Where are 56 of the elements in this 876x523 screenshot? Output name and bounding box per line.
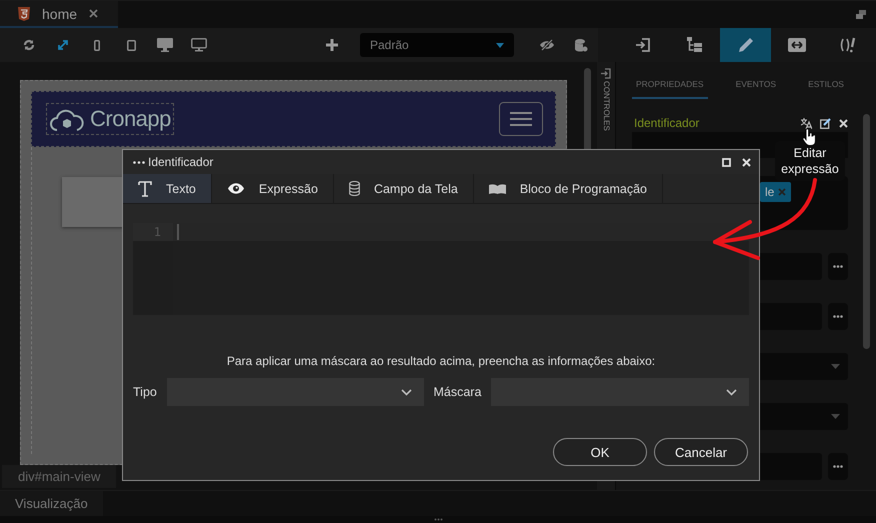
caret-icon <box>831 414 840 419</box>
panel-tab[interactable]: ESTILOS <box>804 71 848 99</box>
grip-icon <box>434 516 442 523</box>
layout-select[interactable]: Padrão <box>360 33 514 57</box>
close-icon[interactable] <box>839 118 848 128</box>
dialog-title: Identificador <box>148 155 214 169</box>
remove-icon <box>778 188 786 196</box>
html5-icon <box>18 6 30 20</box>
hand-cursor-icon <box>802 128 816 146</box>
pencil-button[interactable] <box>720 28 771 62</box>
bracket-icon <box>840 37 856 53</box>
bottom-tab[interactable]: Visualização <box>0 491 103 516</box>
more-button[interactable] <box>828 303 848 330</box>
panel-tab[interactable]: PROPRIEDADES <box>632 71 708 99</box>
login-icon <box>601 68 611 79</box>
panel-tab[interactable]: EVENTOS <box>732 71 780 99</box>
more-icon <box>833 265 843 268</box>
book-icon <box>488 184 506 194</box>
eye-icon <box>226 183 245 194</box>
caret-icon <box>831 364 840 369</box>
dialog-tab[interactable]: Bloco de Programação <box>474 174 663 203</box>
scrollbar[interactable] <box>863 114 870 349</box>
dialog-tab[interactable]: Campo da Tela <box>334 174 474 203</box>
tag-chip[interactable]: le <box>760 182 792 202</box>
dots-icon <box>133 160 145 164</box>
chevron-icon <box>726 388 738 396</box>
menu-icon[interactable] <box>499 102 543 136</box>
pencil-icon <box>738 37 754 53</box>
dialog-button[interactable]: Cancelar <box>654 438 748 466</box>
caret-icon <box>496 42 504 48</box>
resize-icon <box>788 38 806 52</box>
dialog-tab[interactable]: Expressão <box>212 174 334 203</box>
file-tab[interactable]: home <box>0 1 118 28</box>
side-label[interactable]: CONTROLES <box>601 81 611 131</box>
plus-icon[interactable] <box>326 39 338 51</box>
more-icon <box>833 315 843 318</box>
field-label: Tipo <box>133 385 157 399</box>
property-label: Identificador <box>634 116 700 130</box>
edit-icon[interactable] <box>820 118 831 128</box>
translate-icon[interactable] <box>801 118 812 128</box>
maximize-icon[interactable] <box>722 158 731 166</box>
dialog-tab[interactable]: Texto <box>123 174 212 203</box>
database-icon <box>348 181 360 196</box>
text-icon <box>138 180 152 196</box>
breadcrumb[interactable]: div#main-view <box>2 465 116 488</box>
more-button[interactable] <box>828 453 848 480</box>
more-icon <box>833 465 843 468</box>
text-cursor <box>177 224 179 240</box>
login-icon <box>636 37 652 53</box>
logo: Cronapp <box>46 103 174 135</box>
more-button[interactable] <box>828 253 848 280</box>
field-label: Máscara <box>433 385 482 399</box>
chevron-icon <box>401 388 412 396</box>
tree-icon <box>686 37 702 53</box>
mask-hint: Para aplicar uma máscara ao resultado acima, preencha as informações abaixo: <box>226 354 656 368</box>
dialog-button[interactable]: OK <box>553 438 647 466</box>
